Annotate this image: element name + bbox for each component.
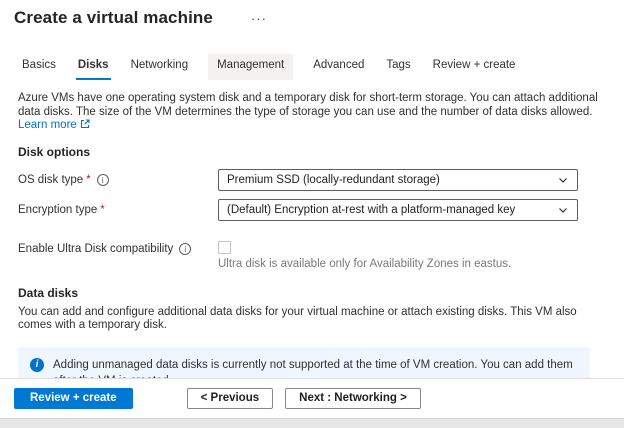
encryption-type-value: (Default) Encryption at-rest with a plat… [227, 204, 515, 216]
ultra-disk-row: Enable Ultra Disk compatibility i Ultra … [18, 241, 624, 270]
required-asterisk: * [86, 174, 90, 186]
tab-review-create[interactable]: Review + create [431, 54, 518, 80]
intro-text: Azure VMs have one operating system disk… [18, 92, 606, 133]
review-create-button[interactable]: Review + create [14, 388, 133, 409]
more-options-icon[interactable]: ··· [251, 11, 267, 26]
tab-bar: Basics Disks Networking Management Advan… [20, 54, 624, 80]
encryption-type-select[interactable]: (Default) Encryption at-rest with a plat… [218, 199, 578, 221]
tab-networking[interactable]: Networking [129, 54, 191, 80]
bottom-edge-strip [0, 418, 624, 428]
encryption-type-label: Encryption type * [18, 204, 218, 216]
learn-more-link[interactable]: Learn more [18, 119, 90, 131]
ultra-disk-checkbox[interactable] [218, 241, 231, 254]
os-disk-type-row: OS disk type * i Premium SSD (locally-re… [18, 169, 624, 191]
os-disk-type-select[interactable]: Premium SSD (locally-redundant storage) [218, 169, 578, 191]
info-banner-text: Adding unmanaged data disks is currently… [53, 357, 574, 379]
chevron-down-icon [557, 204, 569, 216]
encryption-type-row: Encryption type * (Default) Encryption a… [18, 199, 624, 221]
ultra-disk-label: Enable Ultra Disk compatibility i [18, 243, 218, 255]
external-link-icon [80, 119, 90, 129]
tab-basics[interactable]: Basics [20, 54, 58, 80]
required-asterisk: * [100, 204, 104, 216]
next-button[interactable]: Next : Networking > [285, 388, 421, 409]
ultra-disk-helper: Ultra disk is available only for Availab… [218, 258, 511, 270]
disk-options-heading: Disk options [18, 145, 624, 159]
page-header: Create a virtual machine ··· [0, 0, 624, 28]
footer-bar: Review + create < Previous Next : Networ… [0, 378, 624, 418]
tab-management[interactable]: Management [208, 54, 293, 80]
tab-advanced[interactable]: Advanced [311, 54, 366, 80]
page-title: Create a virtual machine [14, 8, 213, 28]
info-icon: i [30, 358, 44, 372]
data-disks-text: You can add and configure additional dat… [18, 306, 606, 333]
data-disks-heading: Data disks [18, 286, 624, 300]
info-icon[interactable]: i [179, 243, 191, 255]
ultra-disk-field: Ultra disk is available only for Availab… [218, 241, 511, 270]
os-disk-type-value: Premium SSD (locally-redundant storage) [227, 174, 440, 186]
info-banner: i Adding unmanaged data disks is current… [18, 347, 590, 379]
info-icon[interactable]: i [97, 174, 109, 186]
tab-tags[interactable]: Tags [384, 54, 412, 80]
tab-disks[interactable]: Disks [76, 54, 111, 80]
chevron-down-icon [557, 174, 569, 186]
os-disk-type-label: OS disk type * i [18, 174, 218, 186]
previous-button[interactable]: < Previous [187, 388, 274, 409]
create-vm-main: Create a virtual machine ··· Basics Disk… [0, 0, 624, 378]
intro-body: Azure VMs have one operating system disk… [18, 92, 598, 118]
